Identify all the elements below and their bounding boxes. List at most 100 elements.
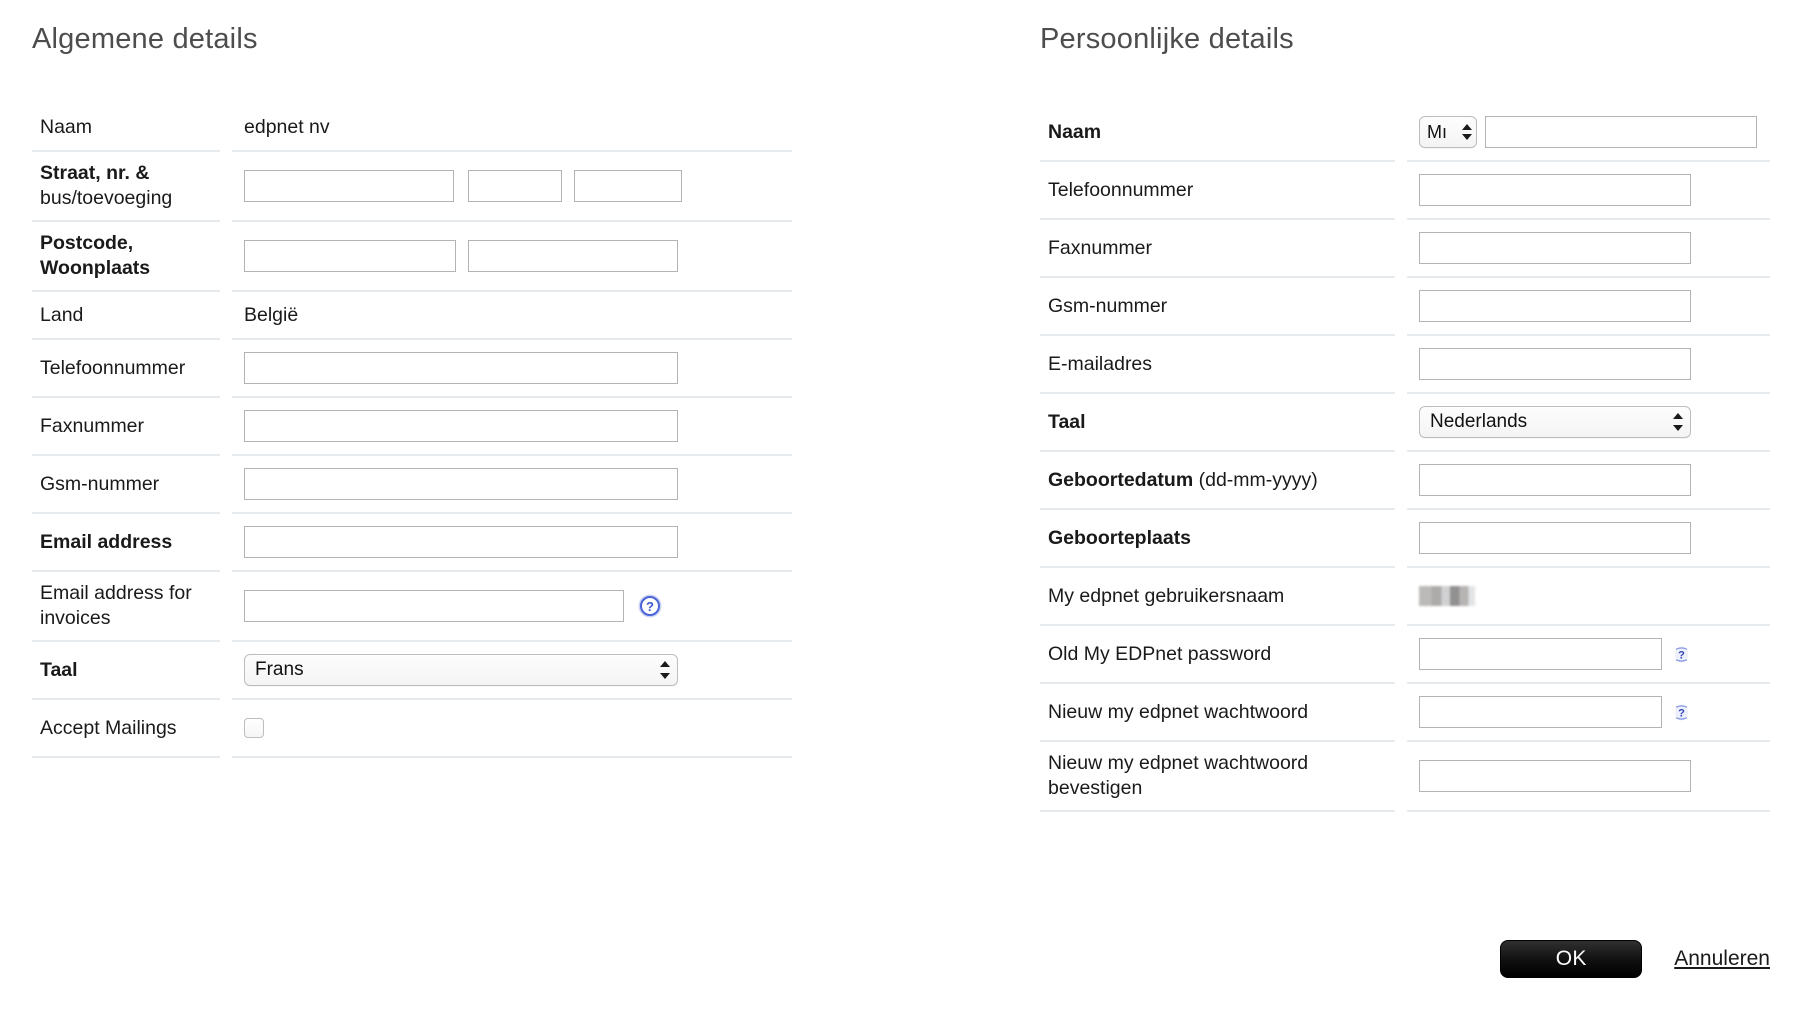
label-text: Nieuw my edpnet wachtwoord bevestigen [1048, 751, 1308, 801]
label-general-fax: Faxnummer [32, 398, 220, 456]
row-personal-mobile: Gsm-nummer [1040, 278, 1770, 336]
label-text: Naam [40, 115, 93, 138]
row-general-mobile: Gsm-nummer [32, 456, 792, 514]
help-question-circle-icon[interactable]: ? [638, 594, 662, 618]
help-question-icon[interactable]: ? [1674, 704, 1689, 721]
row-general-postcode: Postcode, Woonplaats [32, 222, 792, 292]
label-line-2: bevestigen [1048, 777, 1143, 799]
general-fax-input[interactable] [244, 410, 678, 442]
label-general-street: Straat, nr. & bus/toevoeging [32, 152, 220, 222]
value-general-language: Frans [232, 642, 792, 700]
label-text: Geboorteplaats [1048, 526, 1192, 549]
street-input[interactable] [244, 170, 454, 202]
label-line-2: invoices [40, 607, 111, 629]
general-country-value: België [244, 303, 299, 326]
label-text: Faxnummer [40, 414, 145, 437]
label-general-country: Land [32, 292, 220, 340]
form-actions: OK Annuleren [1040, 940, 1770, 978]
value-personal-new-password: ? [1407, 684, 1770, 742]
label-text: Land [40, 303, 84, 326]
label-text: Accept Mailings [40, 716, 177, 739]
label-text: Old My EDPnet password [1048, 642, 1272, 665]
value-personal-birthdate [1407, 452, 1770, 510]
personal-title-select[interactable]: Mı [1419, 116, 1477, 148]
row-personal-old-password: Old My EDPnet password ? [1040, 626, 1770, 684]
label-personal-name: Naam [1040, 104, 1395, 162]
label-general-accept-mailings: Accept Mailings [32, 700, 220, 758]
label-personal-confirm-password: Nieuw my edpnet wachtwoord bevestigen [1040, 742, 1395, 812]
label-general-language: Taal [32, 642, 220, 700]
label-text: Telefoonnummer [40, 356, 186, 379]
personal-language-select[interactable]: Nederlands [1419, 406, 1691, 438]
personal-new-password-input[interactable] [1419, 696, 1662, 728]
general-email-input[interactable] [244, 526, 678, 558]
row-personal-email: E-mailadres [1040, 336, 1770, 394]
personal-old-password-input[interactable] [1419, 638, 1662, 670]
general-details-column: Algemene details Naam edpnet nv Straat, … [32, 0, 792, 758]
label-text: Email address for invoices [40, 581, 192, 631]
row-general-accept-mailings: Accept Mailings [32, 700, 792, 758]
general-details-form: Naam edpnet nv Straat, nr. & bus/toevoeg… [32, 104, 792, 758]
label-text: Taal [1048, 410, 1086, 433]
cancel-link[interactable]: Annuleren [1674, 947, 1770, 971]
value-personal-language: Nederlands [1407, 394, 1770, 452]
personal-birthdate-input[interactable] [1419, 464, 1691, 496]
personal-title-selected-value: Mı [1427, 121, 1447, 142]
label-line-1: Postcode, [40, 232, 134, 254]
label-general-mobile: Gsm-nummer [32, 456, 220, 514]
label-format-hint: (dd-mm-yyyy) [1193, 468, 1318, 491]
value-personal-email [1407, 336, 1770, 394]
personal-username-redacted-value [1419, 586, 1475, 606]
row-general-country: Land België [32, 292, 792, 340]
personal-language-selected-value: Nederlands [1430, 411, 1528, 432]
label-general-phone: Telefoonnummer [32, 340, 220, 398]
help-question-icon[interactable]: ? [1674, 646, 1689, 663]
label-text: Gsm-nummer [40, 472, 160, 495]
label-personal-mobile: Gsm-nummer [1040, 278, 1395, 336]
label-text: Telefoonnummer [1048, 178, 1194, 201]
row-personal-name: Naam Mı [1040, 104, 1770, 162]
personal-details-form: Naam Mı Telefoonnummer Faxnummer Gsm-num… [1040, 104, 1770, 812]
value-general-postcode [232, 222, 792, 292]
personal-email-input[interactable] [1419, 348, 1691, 380]
personal-confirm-password-input[interactable] [1419, 760, 1691, 792]
personal-phone-input[interactable] [1419, 174, 1691, 206]
street-number-input[interactable] [468, 170, 562, 202]
label-line-1: Straat, nr. & [40, 162, 150, 184]
general-language-selected-value: Frans [255, 659, 304, 680]
ok-button[interactable]: OK [1500, 940, 1643, 978]
label-personal-birthdate: Geboortedatum (dd-mm-yyyy) [1040, 452, 1395, 510]
personal-name-input[interactable] [1485, 116, 1757, 148]
row-general-language: Taal Frans [32, 642, 792, 700]
value-general-mobile [232, 456, 792, 514]
street-box-input[interactable] [574, 170, 682, 202]
accept-mailings-checkbox[interactable] [244, 718, 264, 738]
general-email-invoices-input[interactable] [244, 590, 624, 622]
personal-fax-input[interactable] [1419, 232, 1691, 264]
label-general-postcode: Postcode, Woonplaats [32, 222, 220, 292]
label-text: Taal [40, 658, 78, 681]
personal-details-column: Persoonlijke details Naam Mı Telefoonnum… [1040, 0, 1770, 812]
label-personal-username: My edpnet gebruikersnaam [1040, 568, 1395, 626]
general-details-title: Algemene details [32, 23, 258, 55]
label-personal-email: E-mailadres [1040, 336, 1395, 394]
general-language-select[interactable]: Frans [244, 654, 678, 686]
row-personal-language: Taal Nederlands [1040, 394, 1770, 452]
value-general-email-invoices: ? [232, 572, 792, 642]
label-general-email: Email address [32, 514, 220, 572]
postcode-input[interactable] [244, 240, 456, 272]
value-general-country: België [232, 292, 792, 340]
general-mobile-input[interactable] [244, 468, 678, 500]
chevron-updown-icon [1462, 124, 1472, 140]
personal-birthplace-input[interactable] [1419, 522, 1691, 554]
label-text: E-mailadres [1048, 352, 1153, 375]
city-input[interactable] [468, 240, 678, 272]
label-text: Nieuw my edpnet wachtwoord [1048, 700, 1309, 723]
personal-mobile-input[interactable] [1419, 290, 1691, 322]
row-personal-birthplace: Geboorteplaats [1040, 510, 1770, 568]
chevron-updown-icon [660, 661, 670, 679]
label-text: Faxnummer [1048, 236, 1153, 259]
label-line-2: Woonplaats [40, 257, 151, 279]
general-phone-input[interactable] [244, 352, 678, 384]
value-general-street [232, 152, 792, 222]
